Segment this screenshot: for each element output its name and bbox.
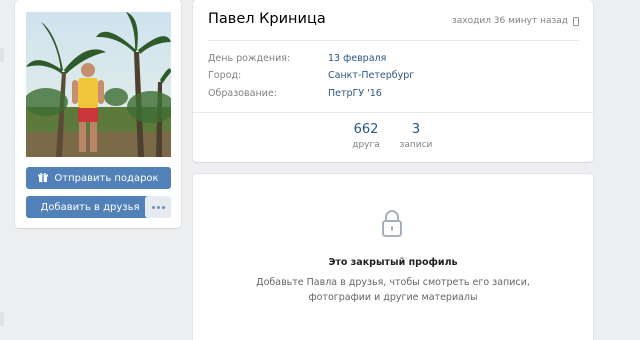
friends-counter[interactable]: 662 друга <box>341 122 391 150</box>
gift-icon <box>38 172 49 185</box>
more-actions-button[interactable] <box>145 196 171 218</box>
posts-count: 3 <box>411 122 421 137</box>
private-profile-text: Добавьте Павла в друзья, чтобы смотреть … <box>256 277 530 303</box>
send-gift-button[interactable]: Отправить подарок <box>26 167 171 189</box>
friends-label: друга <box>352 140 380 150</box>
city-link[interactable]: Санкт-Петербург <box>328 70 414 81</box>
posts-label: записи <box>399 140 433 150</box>
avatar-photo <box>26 12 171 157</box>
last-seen-text: заходил 36 минут назад <box>451 16 568 26</box>
left-edge-marker-top <box>0 48 4 62</box>
posts-counter[interactable]: 3 записи <box>391 122 441 150</box>
private-profile-title: Это закрытый профиль <box>328 257 458 268</box>
birthday-link[interactable]: 13 февраля <box>328 53 386 64</box>
friends-count: 662 <box>353 122 379 137</box>
divider <box>208 40 579 41</box>
profile-avatar-card: Отправить подарок Добавить в друзья <box>15 0 181 228</box>
last-seen-status: заходил 36 минут назад <box>452 16 579 26</box>
add-friend-label: Добавить в друзья <box>40 201 140 213</box>
left-edge-marker-bottom <box>0 312 4 326</box>
private-profile-card: Это закрытый профиль Добавьте Павла в др… <box>193 174 593 340</box>
education-link[interactable]: ПетрГУ '16 <box>328 88 382 99</box>
info-label: День рождения: <box>208 53 291 64</box>
profile-name: Павел Криница <box>208 11 326 27</box>
info-label: Город: <box>208 70 242 81</box>
lock-icon <box>381 209 403 237</box>
add-friend-button[interactable]: Добавить в друзья <box>26 196 154 218</box>
info-label: Образование: <box>208 88 277 99</box>
divider <box>193 112 593 113</box>
profile-info-card: Павел Криница заходил 36 минут назад Ден… <box>193 0 593 162</box>
avatar[interactable] <box>26 12 171 157</box>
more-icon <box>151 205 155 209</box>
send-gift-label: Отправить подарок <box>54 172 159 184</box>
phone-icon <box>573 16 579 26</box>
